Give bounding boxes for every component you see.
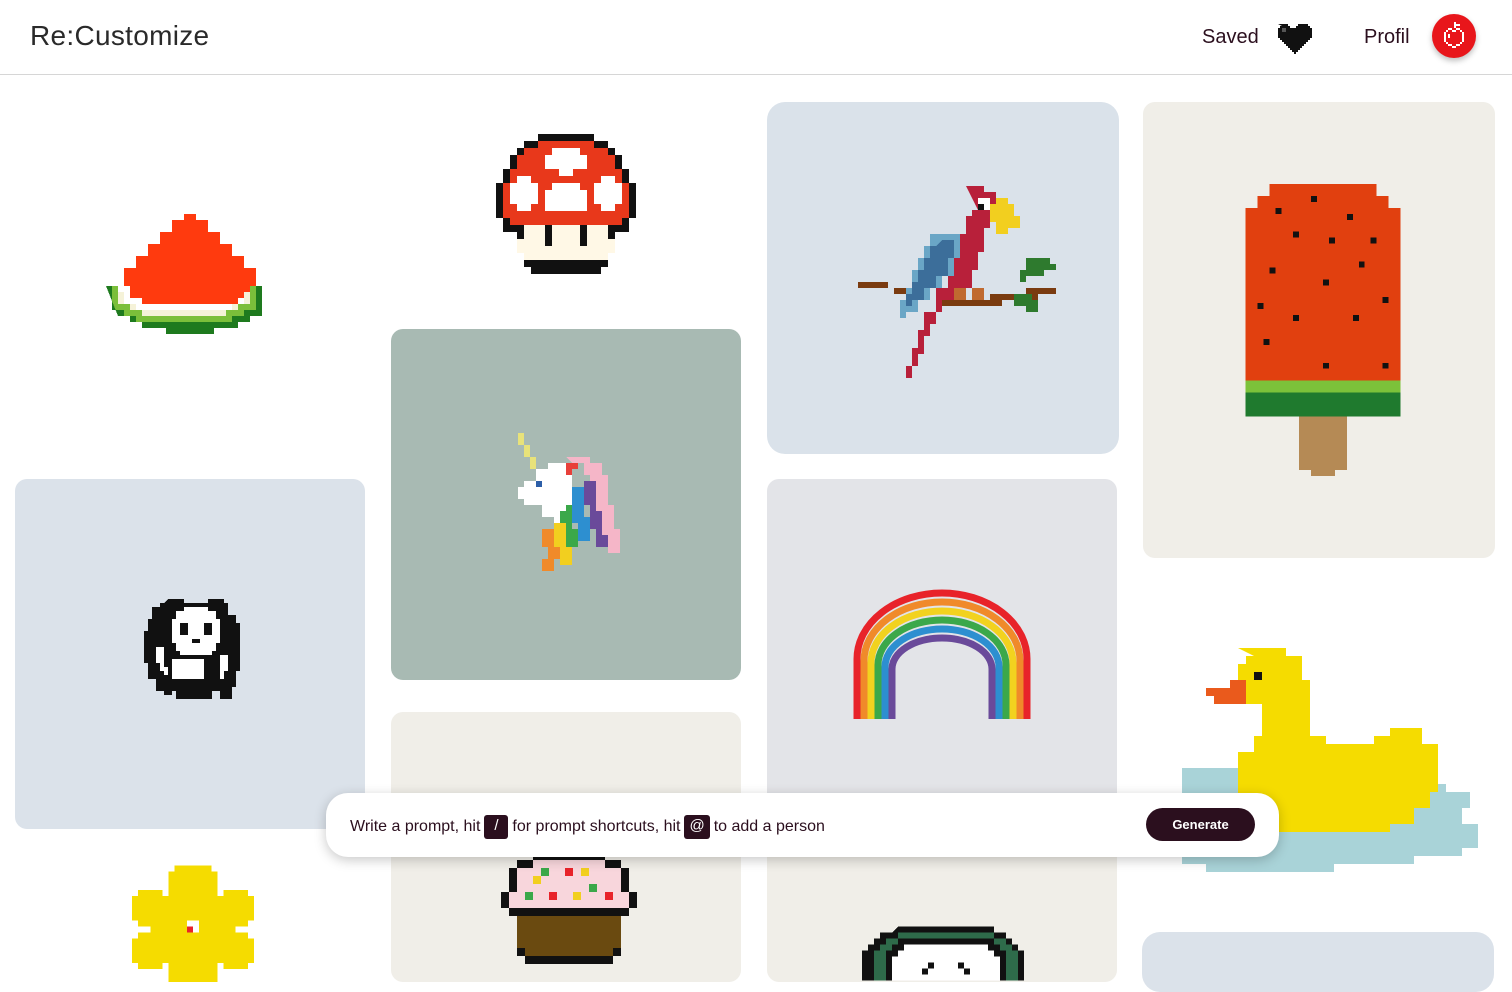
prompt-placeholder-part2: for prompt shortcuts, hit bbox=[512, 818, 681, 835]
gallery-item-rainbow[interactable] bbox=[767, 479, 1117, 819]
profile-avatar[interactable] bbox=[1432, 14, 1476, 58]
watermelon-image bbox=[106, 214, 262, 334]
gallery-item-clock[interactable] bbox=[767, 845, 1117, 982]
gallery-item-flower[interactable] bbox=[15, 855, 365, 982]
mushroom-image bbox=[496, 134, 636, 274]
prompt-bar: Write a prompt, hit / for prompt shortcu… bbox=[326, 793, 1279, 857]
gallery-item-mushroom[interactable] bbox=[391, 102, 741, 302]
flower-image bbox=[132, 865, 254, 982]
unicorn-image bbox=[518, 433, 620, 571]
panda-image bbox=[144, 599, 240, 699]
gallery-item-watermelon[interactable] bbox=[15, 102, 365, 452]
gallery-item-unicorn[interactable] bbox=[391, 329, 741, 680]
at-shortcut-key: @ bbox=[684, 815, 710, 839]
top-bar: Re:Customize Saved Profil bbox=[0, 0, 1512, 75]
profile-link[interactable]: Profil bbox=[1364, 26, 1410, 49]
gallery-item-watermelon-popsicle[interactable] bbox=[1143, 102, 1495, 558]
brand-logo[interactable]: Re:Customize bbox=[30, 20, 209, 52]
heart-icon[interactable] bbox=[1274, 20, 1312, 54]
gallery-item-blank[interactable] bbox=[1142, 932, 1494, 992]
prompt-input[interactable]: Write a prompt, hit / for prompt shortcu… bbox=[350, 815, 825, 839]
apple-icon bbox=[1444, 22, 1464, 48]
popsicle-image bbox=[1245, 184, 1401, 476]
gallery-item-parrot[interactable] bbox=[767, 102, 1119, 454]
rainbow-image bbox=[853, 589, 1031, 719]
cupcake-image bbox=[501, 852, 637, 964]
clock-image bbox=[862, 926, 1024, 981]
prompt-placeholder-part3: to add a person bbox=[713, 818, 825, 835]
parrot-image bbox=[858, 186, 1056, 378]
gallery-item-panda[interactable] bbox=[15, 479, 365, 829]
prompt-placeholder-part1: Write a prompt, hit bbox=[350, 818, 481, 835]
saved-link[interactable]: Saved bbox=[1202, 26, 1259, 49]
generate-button[interactable]: Generate bbox=[1146, 808, 1255, 841]
slash-shortcut-key: / bbox=[484, 815, 509, 839]
